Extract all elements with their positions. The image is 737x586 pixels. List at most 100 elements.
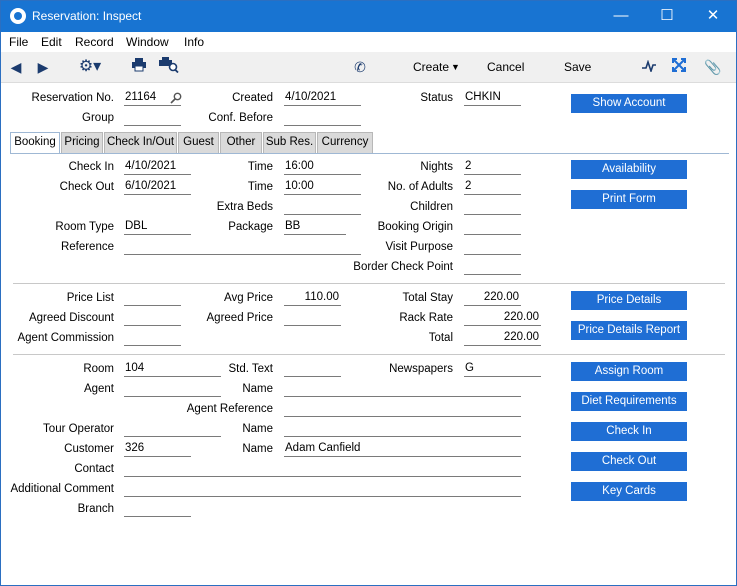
menu-window[interactable]: Window — [126, 35, 169, 49]
time-out-label: Time — [247, 181, 273, 193]
reservation-no-label: Reservation No. — [31, 92, 114, 104]
menu-file[interactable]: File — [9, 35, 28, 49]
previous-record-icon[interactable]: ◀ — [6, 57, 26, 77]
created-field[interactable]: 4/10/2021 — [284, 90, 361, 106]
minimize-icon[interactable]: — — [598, 1, 644, 32]
rack-rate-field[interactable]: 220.00 — [464, 310, 541, 326]
create-dropdown-icon[interactable]: ▼ — [451, 62, 460, 72]
search-icon[interactable] — [170, 92, 182, 104]
customer-name-field[interactable]: Adam Canfield — [284, 441, 521, 457]
availability-button[interactable]: Availability — [571, 160, 687, 179]
assign-room-button[interactable]: Assign Room — [571, 362, 687, 381]
toolbar: ◀ ▶ ⚙▾ ✆ Create ▼ Cancel Save 📎 — [1, 52, 736, 83]
tour-operator-name-field[interactable] — [284, 421, 521, 437]
close-icon[interactable]: ✕ — [690, 1, 736, 32]
nights-field[interactable]: 2 — [464, 159, 521, 175]
agent-name-field[interactable] — [284, 381, 521, 397]
diet-requirements-button[interactable]: Diet Requirements — [571, 392, 687, 411]
attachment-icon[interactable]: 📎 — [703, 57, 723, 77]
agreed-price-field[interactable] — [284, 310, 341, 326]
total-field[interactable]: 220.00 — [464, 330, 541, 346]
key-cards-button[interactable]: Key Cards — [571, 482, 687, 501]
tab-booking[interactable]: Booking — [10, 132, 60, 154]
cancel-button[interactable]: Cancel — [487, 60, 524, 74]
additional-comment-field[interactable] — [124, 481, 521, 497]
customer-field[interactable]: 326 — [124, 441, 191, 457]
std-text-field[interactable] — [284, 361, 341, 377]
adults-field[interactable]: 2 — [464, 179, 521, 195]
customer-label: Customer — [64, 443, 114, 455]
total-label: Total — [428, 332, 453, 344]
print-preview-icon[interactable] — [159, 57, 179, 77]
agent-commission-field[interactable] — [124, 330, 181, 346]
tab-sub-res[interactable]: Sub Res. — [263, 132, 316, 153]
booking-origin-field[interactable] — [464, 219, 521, 235]
border-check-point-field[interactable] — [464, 259, 521, 275]
std-text-label: Std. Text — [228, 363, 273, 375]
total-stay-field[interactable]: 220.00 — [464, 290, 521, 306]
menu-edit[interactable]: Edit — [41, 35, 62, 49]
expand-icon[interactable] — [669, 57, 689, 77]
tab-check-in-out[interactable]: Check In/Out — [104, 132, 177, 153]
tab-divider — [10, 153, 729, 154]
price-list-field[interactable] — [124, 290, 181, 306]
reservation-window: Reservation: Inspect — ☐ ✕ File Edit Rec… — [0, 0, 737, 586]
check-in-button[interactable]: Check In — [571, 422, 687, 441]
status-field[interactable]: CHKIN — [464, 90, 521, 106]
tour-operator-name-label: Name — [242, 423, 273, 435]
branch-field[interactable] — [124, 501, 191, 517]
reference-field[interactable] — [124, 239, 361, 255]
visit-purpose-field[interactable] — [464, 239, 521, 255]
create-button[interactable]: Create — [413, 60, 449, 74]
tab-pricing[interactable]: Pricing — [61, 132, 103, 153]
print-icon[interactable] — [129, 57, 149, 77]
package-field[interactable]: BB — [284, 219, 346, 235]
time-in-label: Time — [247, 161, 273, 173]
nights-label: Nights — [420, 161, 453, 173]
contact-field[interactable] — [124, 461, 521, 477]
tab-other[interactable]: Other — [220, 132, 262, 153]
check-in-label: Check In — [68, 161, 114, 173]
price-details-report-button[interactable]: Price Details Report — [571, 321, 687, 340]
check-out-label: Check Out — [59, 181, 114, 193]
menu-info[interactable]: Info — [184, 35, 204, 49]
group-label: Group — [82, 112, 114, 124]
newspapers-field[interactable]: G — [464, 361, 541, 377]
contact-label: Contact — [74, 463, 114, 475]
extra-beds-field[interactable] — [284, 199, 361, 215]
check-in-field[interactable]: 4/10/2021 — [124, 159, 191, 175]
maximize-icon[interactable]: ☐ — [644, 1, 690, 32]
agreed-discount-label: Agreed Discount — [28, 312, 114, 324]
reference-label: Reference — [60, 241, 114, 253]
activity-icon[interactable] — [639, 57, 659, 77]
rack-rate-label: Rack Rate — [399, 312, 453, 324]
total-stay-label: Total Stay — [402, 292, 454, 304]
time-out-field[interactable]: 10:00 — [284, 179, 361, 195]
room-field[interactable]: 104 — [124, 361, 221, 377]
conf-before-field[interactable] — [284, 110, 361, 126]
save-button[interactable]: Save — [564, 60, 591, 74]
time-in-field[interactable]: 16:00 — [284, 159, 361, 175]
avg-price-field[interactable]: 110.00 — [284, 290, 341, 306]
agent-reference-field[interactable] — [284, 401, 521, 417]
operations-menu-icon[interactable]: ⚙▾ — [75, 57, 105, 77]
check-out-button[interactable]: Check Out — [571, 452, 687, 471]
check-out-field[interactable]: 6/10/2021 — [124, 179, 191, 195]
next-record-icon[interactable]: ▶ — [33, 57, 53, 77]
agreed-discount-field[interactable] — [124, 310, 181, 326]
price-details-button[interactable]: Price Details — [571, 291, 687, 310]
tab-guest[interactable]: Guest — [178, 132, 219, 153]
children-field[interactable] — [464, 199, 521, 215]
border-check-point-label: Border Check Point — [353, 261, 453, 273]
tab-currency[interactable]: Currency — [317, 132, 373, 153]
phone-icon[interactable]: ✆ — [350, 57, 370, 77]
agent-field[interactable] — [124, 381, 221, 397]
show-account-button[interactable]: Show Account — [571, 94, 687, 113]
agent-label: Agent — [83, 383, 114, 395]
group-field[interactable] — [124, 110, 181, 126]
print-form-button[interactable]: Print Form — [571, 190, 687, 209]
tour-operator-field[interactable] — [124, 421, 221, 437]
room-label: Room — [83, 363, 114, 375]
menu-record[interactable]: Record — [75, 35, 114, 49]
room-type-field[interactable]: DBL — [124, 219, 191, 235]
